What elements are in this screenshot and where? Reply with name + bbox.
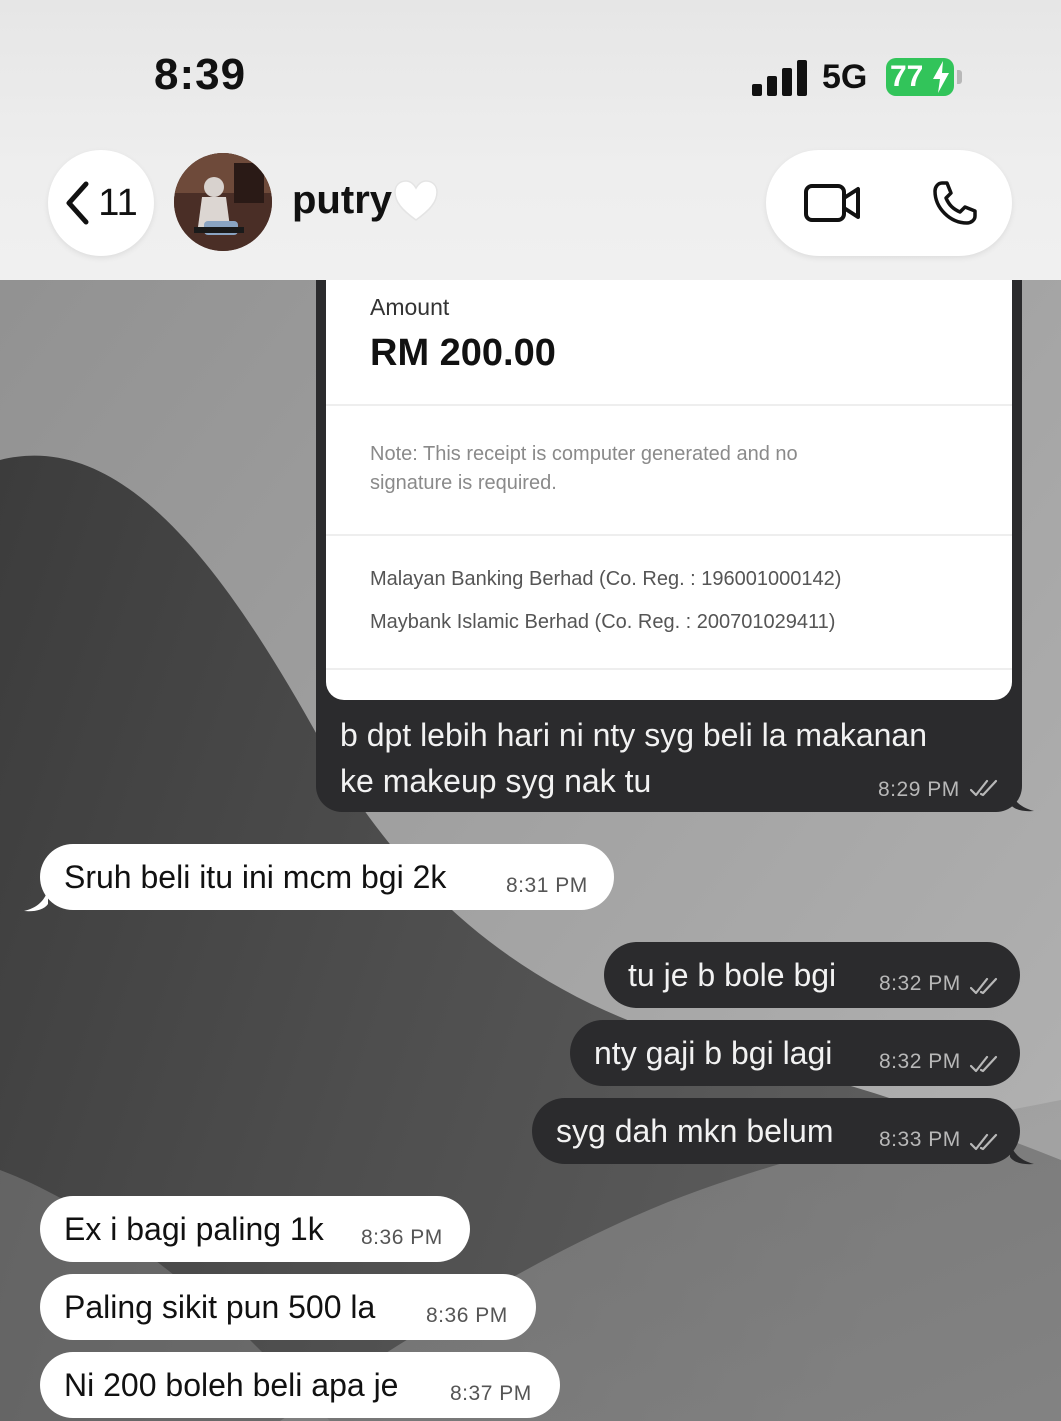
call-actions (766, 150, 1012, 256)
message-time: 8:32 PM (879, 1050, 961, 1073)
contact-avatar[interactable] (174, 153, 272, 251)
caption-line: b dpt lebih hari ni nty syg beli la maka… (340, 717, 928, 753)
message-bubble-outgoing[interactable]: tu je b bole bgi 8:32 PM (604, 942, 1020, 1008)
double-check-icon (970, 779, 998, 797)
contact-name[interactable]: putry (292, 178, 392, 223)
message-time: 8:31 PM (506, 874, 588, 897)
charging-bolt-icon (933, 61, 949, 93)
double-check-icon (970, 1055, 998, 1073)
message-text: syg dah mkn belum (556, 1113, 834, 1149)
phone-icon[interactable] (932, 180, 978, 226)
message-text: tu je b bole bgi (628, 957, 837, 993)
message-bubble-outgoing[interactable]: syg dah mkn belum 8:33 PM (532, 1098, 1020, 1164)
chat-header: 8:39 5G 77 11 putry (0, 0, 1061, 280)
receipt-image[interactable]: Amount RM 200.00 Note: This receipt is c… (326, 280, 1012, 700)
message-bubble-incoming[interactable]: Ex i bagi paling 1k 8:36 PM (40, 1196, 470, 1262)
battery-indicator: 77 (886, 58, 964, 96)
message-bubble-incoming[interactable]: Ni 200 boleh beli apa je 8:37 PM (40, 1352, 560, 1418)
message-text: Paling sikit pun 500 la (64, 1289, 376, 1325)
receipt-divider (326, 668, 1012, 670)
receipt-message[interactable]: Amount RM 200.00 Note: This receipt is c… (316, 270, 1022, 812)
message-time: 8:32 PM (879, 972, 961, 995)
message-time: 8:36 PM (426, 1304, 508, 1327)
receipt-note: Note: This receipt is computer generated… (370, 440, 930, 498)
bubble-tail (1010, 790, 1034, 812)
white-heart-icon (394, 180, 438, 221)
message-text: Ex i bagi paling 1k (64, 1211, 324, 1247)
message-time: 8:36 PM (361, 1226, 443, 1249)
status-time: 8:39 (154, 50, 247, 99)
double-check-icon (970, 977, 998, 995)
chevron-left-icon (66, 181, 89, 225)
message-text: Sruh beli itu ini mcm bgi 2k (64, 859, 447, 895)
receipt-note-line: signature is required. (370, 472, 557, 494)
receipt-amount-label: Amount (370, 294, 450, 320)
message-bubble-outgoing[interactable]: nty gaji b bgi lagi 8:32 PM (570, 1020, 1020, 1086)
double-check-icon (970, 1133, 998, 1151)
receipt-note-line: Note: This receipt is computer generated… (370, 443, 798, 465)
signal-strength-icon (752, 60, 807, 96)
back-button[interactable]: 11 (48, 150, 154, 256)
message-time: 8:37 PM (450, 1382, 532, 1405)
receipt-divider (326, 404, 1012, 406)
battery-body: 77 (886, 58, 954, 96)
message-time: 8:29 PM (878, 778, 960, 801)
unread-count: 11 (98, 181, 138, 224)
bubble-tail (1010, 1143, 1034, 1165)
receipt-divider (326, 534, 1012, 536)
message-text: Ni 200 boleh beli apa je (64, 1367, 399, 1403)
receipt-company: Maybank Islamic Berhad (Co. Reg. : 20070… (370, 611, 836, 633)
video-call-icon[interactable] (804, 183, 860, 223)
receipt-amount: RM 200.00 (370, 332, 556, 374)
battery-level: 77 (890, 60, 924, 93)
network-type: 5G (822, 58, 868, 96)
message-time: 8:33 PM (879, 1128, 961, 1151)
message-text: nty gaji b bgi lagi (594, 1035, 833, 1071)
receipt-company: Malayan Banking Berhad (Co. Reg. : 19600… (370, 568, 842, 590)
message-bubble-incoming[interactable]: Sruh beli itu ini mcm bgi 2k 8:31 PM (40, 844, 614, 910)
bubble-tail (24, 890, 48, 912)
battery-nub (957, 70, 962, 84)
message-bubble-incoming[interactable]: Paling sikit pun 500 la 8:36 PM (40, 1274, 536, 1340)
